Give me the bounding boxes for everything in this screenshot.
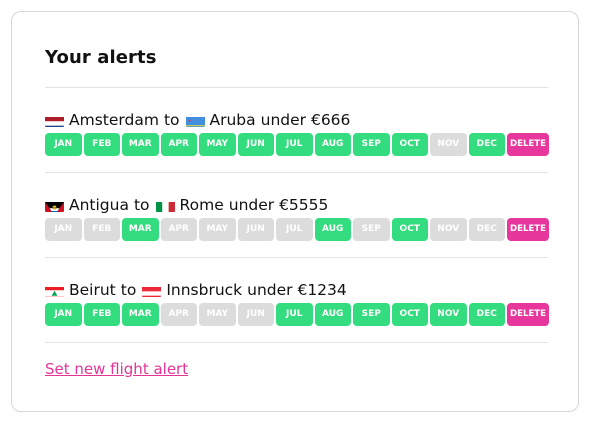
alert-from: Antigua [69,196,129,214]
divider [45,87,548,88]
month-toggle-dec[interactable]: DEC [468,218,505,241]
lebanon-flag-icon [45,284,64,297]
alert-connector: to [120,281,137,299]
delete-alert-button[interactable]: DELETE [507,303,549,326]
netherlands-flag-icon [45,114,64,127]
month-toggle-jul[interactable]: JUL [276,133,313,156]
aruba-flag-icon [185,114,205,127]
alert-from: Beirut [69,281,116,299]
month-toggle-mar[interactable]: MAR [122,218,159,241]
month-toggle-feb[interactable]: FEB [83,303,120,326]
month-toggle-oct[interactable]: OCT [391,218,428,241]
month-toggle-sep[interactable]: SEP [353,218,390,241]
month-toggle-sep[interactable]: SEP [353,303,390,326]
month-toggle-jul[interactable]: JUL [276,218,313,241]
month-toggle-jan[interactable]: JAN [45,133,82,156]
alert-to: Innsbruck [166,281,243,299]
alert-to: Rome [179,196,224,214]
month-toggle-jun[interactable]: JUN [237,303,274,326]
delete-alert-button[interactable]: DELETE [507,218,549,241]
month-toggle-mar[interactable]: MAR [122,133,159,156]
month-toggle-mar[interactable]: MAR [122,303,159,326]
month-toggle-feb[interactable]: FEB [83,133,120,156]
alert-connector: to [133,196,150,214]
divider [45,172,548,173]
month-toggle-oct[interactable]: OCT [391,133,428,156]
month-toggle-nov[interactable]: NOV [430,218,467,241]
month-toggle-feb[interactable]: FEB [83,218,120,241]
month-toggle-dec[interactable]: DEC [468,303,505,326]
delete-alert-button[interactable]: DELETE [507,133,549,156]
month-toggle-apr[interactable]: APR [160,303,197,326]
month-toggle-jun[interactable]: JUN [237,133,274,156]
month-toggle-aug[interactable]: AUG [314,133,351,156]
alert-item: Amsterdam to Aruba under €666 JAN FEB MAR A… [45,109,550,156]
month-toggle-aug[interactable]: AUG [314,218,351,241]
month-selector: JAN FEB MAR APR MAY JUN JUL AUG SEP OCT NOV DEC DELE… [45,133,550,156]
alert-connector: to [163,111,180,129]
antigua-flag-icon [45,199,64,212]
month-toggle-sep[interactable]: SEP [353,133,390,156]
set-new-alert-link[interactable]: Set new flight alert [45,360,188,378]
month-toggle-apr[interactable]: APR [160,133,197,156]
alert-route: Beirut to Innsbruck under €1234 [45,279,550,301]
alert-price: under €1234 [247,281,347,299]
month-toggle-aug[interactable]: AUG [314,303,351,326]
month-toggle-may[interactable]: MAY [199,218,236,241]
month-toggle-may[interactable]: MAY [199,303,236,326]
alert-from: Amsterdam [69,111,159,129]
alert-route: Amsterdam to Aruba under €666 [45,109,550,131]
alert-price: under €5555 [228,196,329,214]
alert-item: Beirut to Innsbruck under €1234 JAN FEB MA… [45,279,550,326]
page-title: Your alerts [45,47,157,68]
month-toggle-nov[interactable]: NOV [430,303,467,326]
month-toggle-jan[interactable]: JAN [45,218,82,241]
alert-route: Antigua to Rome under €5555 [45,194,550,216]
month-toggle-oct[interactable]: OCT [391,303,428,326]
divider [45,342,548,343]
month-toggle-dec[interactable]: DEC [468,133,505,156]
month-toggle-jan[interactable]: JAN [45,303,82,326]
divider [45,257,548,258]
month-toggle-may[interactable]: MAY [199,133,236,156]
month-toggle-jun[interactable]: JUN [237,218,274,241]
alert-to: Aruba [209,111,256,129]
month-toggle-apr[interactable]: APR [160,218,197,241]
alerts-card: Your alerts Amsterdam to Aruba under €66… [11,11,579,412]
month-toggle-nov[interactable]: NOV [430,133,467,156]
italy-flag-icon [155,199,175,212]
month-selector: JAN FEB MAR APR MAY JUN JUL AUG SEP OCT NOV DEC DELE… [45,218,550,241]
austria-flag-icon [142,284,162,297]
month-selector: JAN FEB MAR APR MAY JUN JUL AUG SEP OCT NOV DEC DELE… [45,303,550,326]
alert-price: under €666 [260,111,351,129]
month-toggle-jul[interactable]: JUL [276,303,313,326]
alert-item: Antigua to Rome under €5555 JAN FEB MAR APR… [45,194,550,241]
